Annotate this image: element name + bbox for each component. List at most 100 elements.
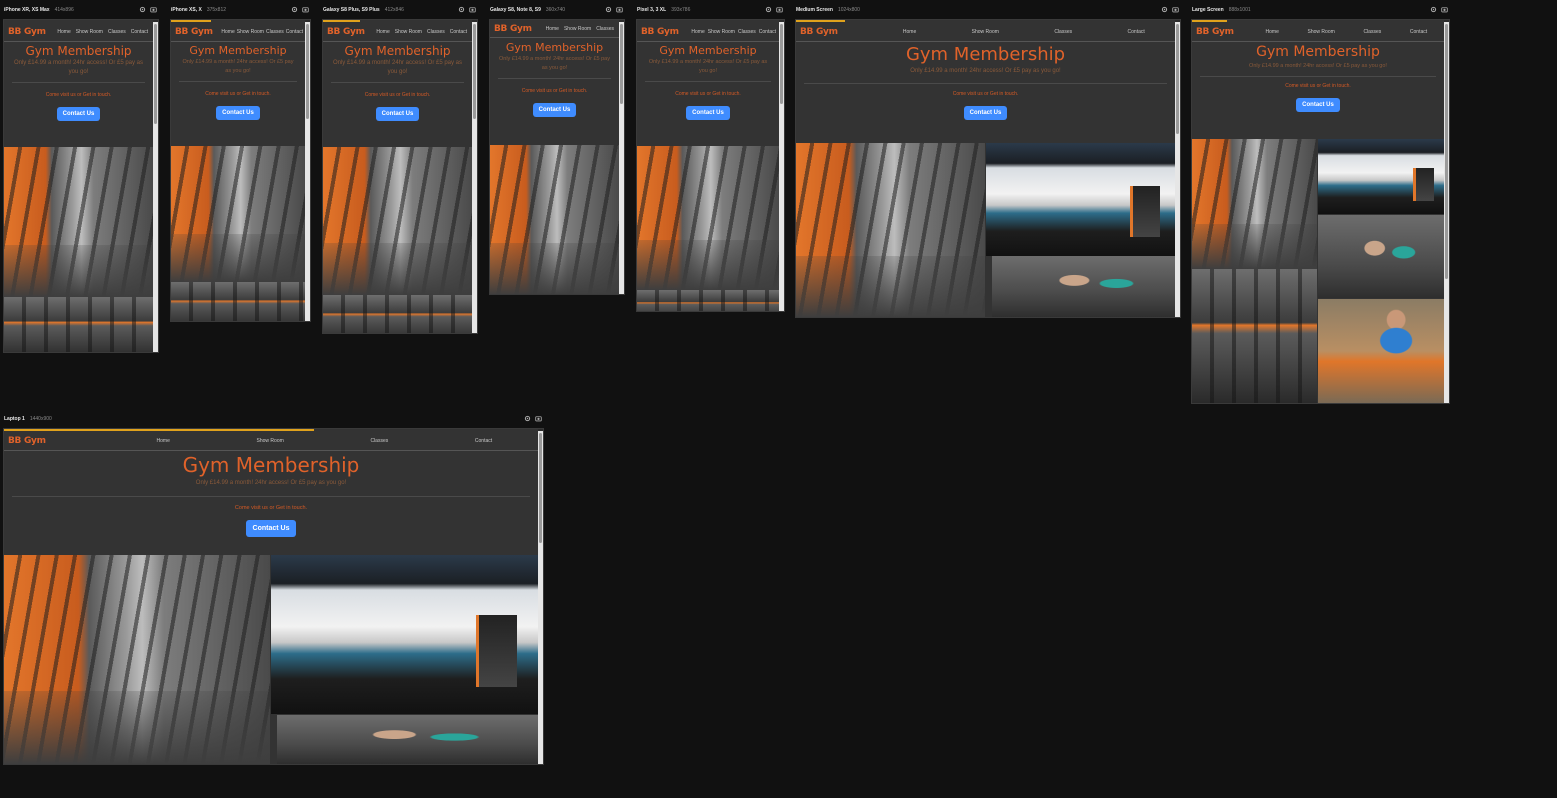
gym-corridor-photo xyxy=(637,146,779,290)
visit-text: Come visit us or Get in touch. xyxy=(234,505,308,511)
nav-home[interactable]: Home xyxy=(376,29,389,35)
page-title: Gym Membership xyxy=(189,44,287,57)
brand-logo[interactable]: BB Gym xyxy=(494,24,532,34)
device-iphone-xr: iPhone XR, XS Max 414x896 BB Gym Home Show… xyxy=(3,5,159,353)
nav-contact[interactable]: Contact xyxy=(759,29,776,35)
contact-us-button[interactable]: Contact Us xyxy=(532,103,577,117)
nav-show-room[interactable]: Show Room xyxy=(257,438,284,444)
contact-us-button[interactable]: Contact Us xyxy=(375,107,420,121)
hero-subtitle: Only £14.99 a month! 24hr access! Or £5 … xyxy=(182,59,294,74)
nav-show-room[interactable]: Show Room xyxy=(708,29,735,35)
nav-classes[interactable]: Classes xyxy=(108,29,126,35)
brand-logo[interactable]: BB Gym xyxy=(800,27,838,37)
contact-us-button[interactable]: Contact Us xyxy=(56,107,101,121)
contact-us-button[interactable]: Contact Us xyxy=(216,106,260,120)
nav-contact[interactable]: Contact xyxy=(450,29,467,35)
scrollbar[interactable] xyxy=(305,22,310,321)
nav-show-room[interactable]: Show Room xyxy=(1308,29,1335,35)
navbar: BB Gym Home Show Room Classes Contact xyxy=(1192,22,1444,42)
nav-contact[interactable]: Contact xyxy=(475,438,492,444)
gear-icon[interactable] xyxy=(1161,6,1168,13)
nav-home[interactable]: Home xyxy=(157,438,170,444)
device-medium-screen: Medium Screen 1024x800 BB Gym Home Show Ro… xyxy=(795,5,1181,318)
contact-us-button[interactable]: Contact Us xyxy=(1296,98,1340,112)
scrollbar[interactable] xyxy=(153,22,158,352)
gym-trainer-photo xyxy=(1318,299,1444,403)
contact-us-button[interactable]: Contact Us xyxy=(963,106,1008,120)
gym-treadmill-photo xyxy=(986,143,1175,256)
brand-logo[interactable]: BB Gym xyxy=(1196,27,1234,37)
camera-icon[interactable] xyxy=(1441,6,1448,13)
scrollbar[interactable] xyxy=(1175,22,1180,317)
contact-us-button[interactable]: Contact Us xyxy=(686,106,730,120)
nav-classes[interactable]: Classes xyxy=(266,29,284,35)
nav-contact[interactable]: Contact xyxy=(131,29,148,35)
visit-text: Come visit us or Get in touch. xyxy=(521,88,588,94)
gym-treadmill-photo xyxy=(1318,139,1444,214)
gym-bikes-photo xyxy=(1192,269,1317,403)
nav-classes[interactable]: Classes xyxy=(370,438,388,444)
gym-treadmill-photo xyxy=(271,555,538,714)
page-title: Gym Membership xyxy=(25,44,132,58)
device-viewport: BB Gym Home Show Room Classes Contact Gym M… xyxy=(170,19,311,322)
nav-show-room[interactable]: Show Room xyxy=(972,29,999,35)
gear-icon[interactable] xyxy=(458,6,465,13)
nav-home[interactable]: Home xyxy=(546,26,559,32)
nav-contact[interactable]: Contact xyxy=(1128,29,1145,35)
gear-icon[interactable] xyxy=(765,6,772,13)
brand-logo[interactable]: BB Gym xyxy=(175,27,213,37)
camera-icon[interactable] xyxy=(616,6,623,13)
visit-text: Come visit us or Get in touch. xyxy=(205,91,271,97)
brand-logo[interactable]: BB Gym xyxy=(8,436,46,446)
device-viewport: BB Gym Home Show Room Classes Gym Membersh… xyxy=(489,19,625,295)
nav-show-room[interactable]: Show Room xyxy=(76,29,103,35)
nav-classes[interactable]: Classes xyxy=(1054,29,1072,35)
gym-bikes-photo xyxy=(4,297,153,352)
visit-text: Come visit us or Get in touch. xyxy=(675,91,741,97)
gear-icon[interactable] xyxy=(605,6,612,13)
nav-home[interactable]: Home xyxy=(1266,29,1279,35)
gear-icon[interactable] xyxy=(139,6,146,13)
navbar: BB Gym Home Show Room Classes xyxy=(490,20,619,38)
nav-contact[interactable]: Contact xyxy=(1410,29,1427,35)
camera-icon[interactable] xyxy=(1172,6,1179,13)
page-title: Gym Membership xyxy=(182,453,360,477)
gear-icon[interactable] xyxy=(1430,6,1437,13)
nav-show-room[interactable]: Show Room xyxy=(564,26,591,32)
scrollbar[interactable] xyxy=(1444,22,1449,403)
navbar: BB Gym Home Show Room Classes Contact xyxy=(4,431,538,451)
nav-show-room[interactable]: Show Room xyxy=(237,29,264,35)
camera-icon[interactable] xyxy=(302,6,309,13)
nav-home[interactable]: Home xyxy=(57,29,70,35)
scrollbar[interactable] xyxy=(472,22,477,333)
camera-icon[interactable] xyxy=(150,6,157,13)
device-label: Laptop 1 1440x900 xyxy=(4,416,52,422)
nav-show-room[interactable]: Show Room xyxy=(395,29,422,35)
camera-icon[interactable] xyxy=(469,6,476,13)
scrollbar[interactable] xyxy=(619,22,624,294)
contact-us-button[interactable]: Contact Us xyxy=(245,520,297,537)
device-viewport: BB Gym Home Show Room Classes Contact Gym M… xyxy=(3,19,159,353)
brand-logo[interactable]: BB Gym xyxy=(327,27,365,37)
camera-icon[interactable] xyxy=(776,6,783,13)
hero-subtitle: Only £14.99 a month! 24hr access! Or £5 … xyxy=(195,480,347,486)
hero-subtitle: Only £14.99 a month! 24hr access! Or £5 … xyxy=(332,60,463,75)
device-label: Pixel 3, 3 XL 393x786 xyxy=(637,7,691,13)
gear-icon[interactable] xyxy=(524,415,531,422)
navbar: BB Gym Home Show Room Classes Contact xyxy=(637,22,779,42)
nav-contact[interactable]: Contact xyxy=(286,29,303,35)
gear-icon[interactable] xyxy=(291,6,298,13)
scrollbar[interactable] xyxy=(538,431,543,764)
nav-classes[interactable]: Classes xyxy=(596,26,614,32)
nav-classes[interactable]: Classes xyxy=(1363,29,1381,35)
nav-home[interactable]: Home xyxy=(691,29,704,35)
nav-home[interactable]: Home xyxy=(903,29,916,35)
nav-classes[interactable]: Classes xyxy=(738,29,756,35)
brand-logo[interactable]: BB Gym xyxy=(641,27,679,37)
nav-home[interactable]: Home xyxy=(221,29,234,35)
visit-text: Come visit us or Get in touch. xyxy=(952,91,1019,97)
brand-logo[interactable]: BB Gym xyxy=(8,27,46,37)
camera-icon[interactable] xyxy=(535,415,542,422)
scrollbar[interactable] xyxy=(779,22,784,311)
nav-classes[interactable]: Classes xyxy=(427,29,445,35)
